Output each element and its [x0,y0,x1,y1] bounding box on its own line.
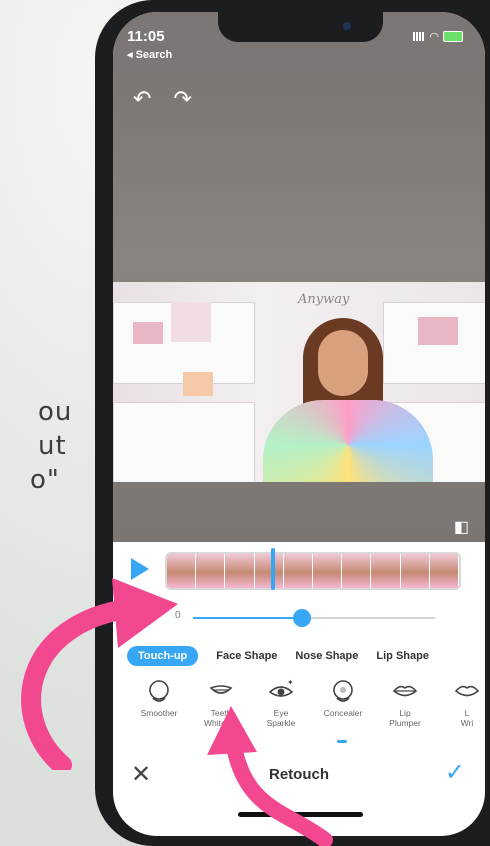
undo-icon[interactable]: ↶ [133,86,151,112]
timeline-strip[interactable] [165,552,461,590]
tab-face-shape[interactable]: Face Shape [216,646,277,666]
timeline-thumb [254,554,284,588]
retouch-tools: Smoother Teeth Whitener ✦ Eye Sparkle Co… [113,678,485,748]
tool-label: Lip Plumper [389,708,421,728]
phone-screen: 11:05 ◂ Search ◠ ↶ ↷ Anyway ◧ 0 Touch-up… [113,12,485,836]
person-face [318,330,368,396]
lips-icon [392,685,418,697]
timeline-thumb [283,554,314,588]
eye-sparkle-icon: ✦ [268,678,294,697]
caption-line-3: o" [30,465,60,495]
status-icons: ◠ [413,30,463,43]
timeline-thumb [313,554,343,588]
tool-label: L Wri [460,708,474,728]
timeline-thumb [167,554,197,588]
active-tool-indicator [337,740,347,743]
notch [218,12,383,42]
svg-text:✦: ✦ [287,678,294,687]
tool-label: Teeth Whitener [203,708,238,728]
timeline-playhead[interactable] [271,548,275,590]
lips-icon [454,685,480,697]
photo-frame [183,372,213,396]
pink-box [171,302,211,342]
tool-label: Concealer [323,708,363,718]
redo-icon[interactable]: ↷ [173,86,191,112]
timeline [113,542,485,597]
tool-lip-plumper[interactable]: Lip Plumper [373,678,437,728]
tool-smoother[interactable]: Smoother [127,678,191,718]
wifi-icon: ◠ [429,31,439,43]
tab-touch-up[interactable]: Touch-up [127,646,199,666]
undo-redo-group: ↶ ↷ [133,86,192,112]
tool-lip-wrinkle[interactable]: L Wri [435,678,485,728]
timeline-thumb [342,554,372,588]
caption-line-1: ou [38,397,73,427]
camera-dot [343,22,351,30]
confirm-check-icon[interactable]: ✓ [445,758,465,787]
back-to-search-link[interactable]: ◂ Search [127,48,172,61]
person-body [263,400,433,482]
slider-knob[interactable] [292,609,311,627]
video-frame: Anyway [113,282,485,482]
concealer-icon [333,680,353,702]
timeline-thumb [225,554,255,588]
video-preview[interactable]: ↶ ↷ Anyway ◧ [113,72,485,542]
timeline-thumb [429,554,459,588]
pink-box [133,322,163,344]
compare-icon[interactable]: ◧ [454,517,469,537]
home-indicator [238,812,363,817]
caption-line-2: ut [38,431,67,461]
status-time: 11:05 [127,28,165,45]
wall-sign: Anyway [298,292,350,307]
play-icon[interactable] [131,558,149,580]
tab-nose-shape[interactable]: Nose Shape [295,646,358,666]
face-smoother-icon [149,680,169,702]
tool-label: Smoother [140,708,178,718]
teeth-icon [209,685,233,694]
intensity-slider[interactable]: 0 [113,602,485,632]
cabinet-left [113,402,255,482]
background-caption: ou ut o" [0,395,72,497]
tool-concealer[interactable]: Concealer [311,678,375,743]
signal-icon [413,32,426,41]
pink-box [418,317,458,345]
timeline-thumb [371,554,401,588]
tab-lip-shape[interactable]: Lip Shape [376,646,429,666]
slider-track[interactable] [193,609,435,627]
slider-fill [193,617,302,619]
tool-eye-sparkle[interactable]: ✦ Eye Sparkle [249,678,313,728]
bottom-bar: ✕ Retouch ✓ [113,752,485,802]
slider-value: 0 [175,610,181,621]
active-tool-indicator [215,740,225,743]
tool-label: Eye Sparkle [266,708,296,728]
timeline-thumb [196,554,226,588]
tool-teeth-whitener[interactable]: Teeth Whitener [189,678,253,743]
retouch-category-tabs: Touch-up Face Shape Nose Shape Lip Shape [127,644,485,668]
retouch-title: Retouch [269,766,329,783]
battery-icon [443,31,463,42]
timeline-thumb [400,554,430,588]
